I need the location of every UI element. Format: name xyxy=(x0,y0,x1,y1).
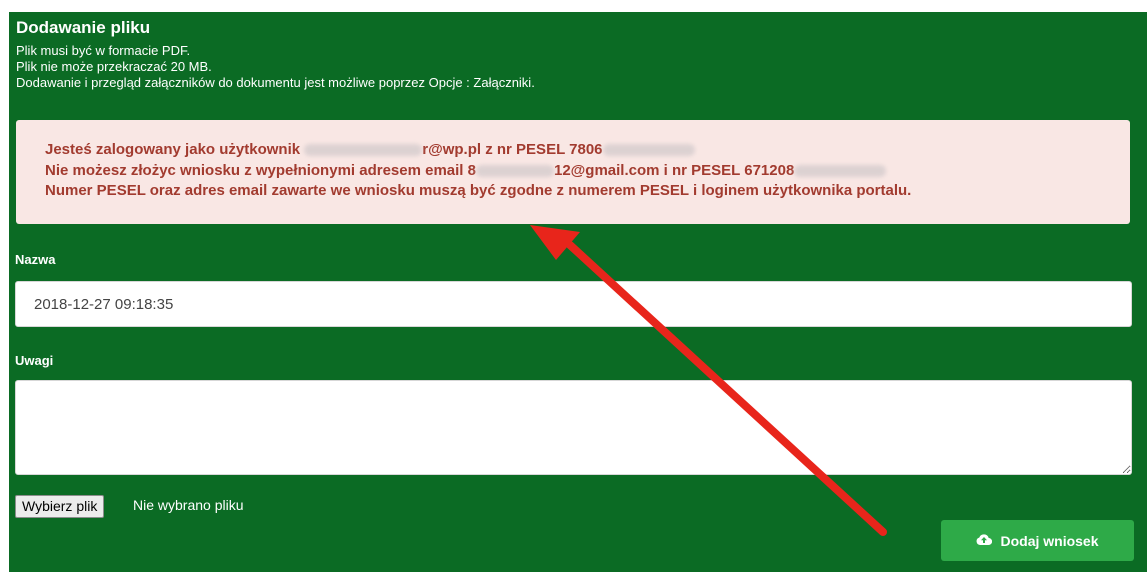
file-status: Nie wybrano pliku xyxy=(133,497,244,513)
info-line-attachments: Dodawanie i przegląd załączników do doku… xyxy=(16,75,535,90)
alert-line1-prefix: Jesteś zalogowany jako użytkownik xyxy=(45,141,305,158)
info-line-size: Plik nie może przekraczać 20 MB. xyxy=(16,59,212,74)
form-title: Dodawanie pliku xyxy=(16,18,151,37)
uwagi-label: Uwagi xyxy=(15,353,54,368)
nazwa-input[interactable] xyxy=(15,281,1132,327)
alert-line1-email: r@wp.pl xyxy=(422,141,482,158)
cloud-upload-icon xyxy=(976,532,993,549)
alert-line2-pesel-label: i nr PESEL xyxy=(659,161,745,179)
redacted-login xyxy=(304,144,423,157)
add-request-label: Dodaj wniosek xyxy=(1000,532,1099,549)
redacted-pesel xyxy=(602,144,695,157)
alert-line2-email: 12@gmail.com xyxy=(553,161,660,179)
info-line-format: Plik musi być w formacie PDF. xyxy=(16,43,191,58)
alert-line-rule: Numer PESEL oraz adres email zawarte we … xyxy=(45,182,912,199)
alert-line-logged-in: Jesteś zalogowany jako użytkownik r@wp.p… xyxy=(45,140,1130,161)
alert-line2-pesel: 671208 xyxy=(744,161,795,179)
alert-line1-pesel: 7806 xyxy=(569,141,603,158)
alert-line1-pesel-label: z nr PESEL xyxy=(481,141,570,158)
redacted-email xyxy=(475,164,554,177)
error-alert: Jesteś zalogowany jako użytkownik r@wp.p… xyxy=(16,120,1130,224)
alert-line2-email-start: 8 xyxy=(467,161,476,179)
alert-line2-prefix: Nie możesz złożyc wniosku z wypełnionymi… xyxy=(45,161,468,179)
add-request-button[interactable]: Dodaj wniosek xyxy=(941,520,1134,561)
choose-file-button[interactable]: Wybierz plik xyxy=(15,495,105,518)
redacted-pesel-2 xyxy=(794,164,887,177)
nazwa-label: Nazwa xyxy=(15,252,56,267)
alert-line-cannot-submit: Nie możesz złożyc wniosku z wypełnionymi… xyxy=(45,161,1130,182)
uwagi-textarea[interactable] xyxy=(15,380,1132,475)
